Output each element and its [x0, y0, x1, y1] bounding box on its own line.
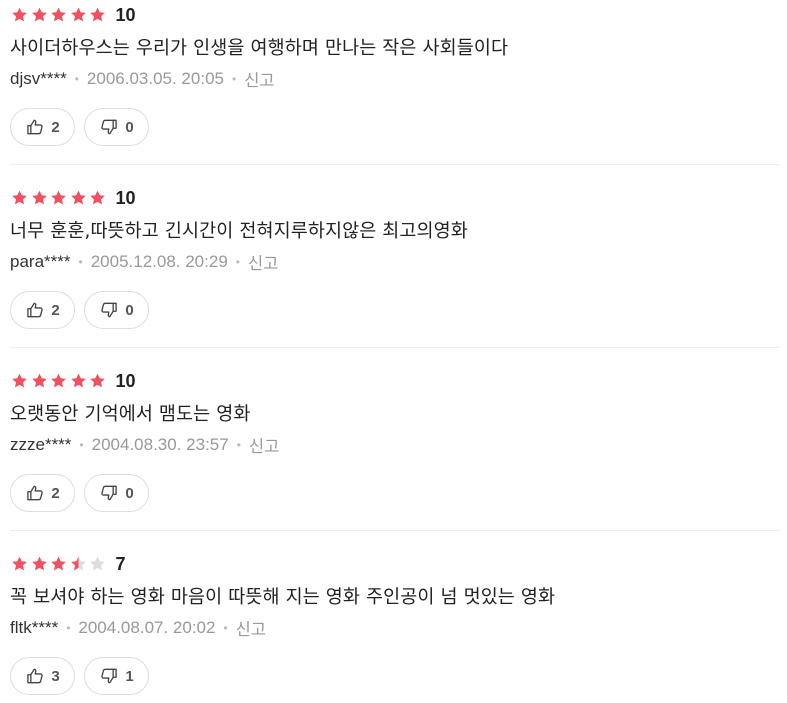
review-item: 10 오랫동안 기억에서 맴도는 영화 zzze**** • 2004.08.3…: [0, 366, 780, 526]
star-rating: [10, 189, 108, 207]
star-icon: [70, 190, 86, 205]
star-icon: [12, 190, 27, 205]
review-meta: zzze**** • 2004.08.30. 23:57 • 신고: [10, 430, 780, 460]
divider: [10, 164, 780, 165]
like-count: 2: [51, 484, 60, 502]
dislike-button[interactable]: 0: [84, 474, 149, 512]
review-meta: fltk**** • 2004.08.07. 20:02 • 신고: [10, 613, 780, 643]
review-date: 2004.08.07. 20:02: [78, 618, 216, 637]
thumbs-up-icon: [25, 666, 45, 686]
review-meta: djsv**** • 2006.03.05. 20:05 • 신고: [10, 64, 780, 94]
review-date: 2006.03.05. 20:05: [86, 69, 224, 88]
review-list: 10 사이더하우스는 우리가 인생을 여행하며 만나는 작은 사회들이다 djs…: [0, 0, 787, 703]
star-rating: [10, 6, 108, 24]
star-icon: [90, 556, 105, 571]
separator-dot: •: [79, 438, 84, 452]
vote-row: 3 1: [10, 643, 780, 703]
thumbs-down-icon: [99, 117, 119, 137]
dislike-button[interactable]: 1: [84, 657, 149, 695]
star-icon: [51, 556, 66, 571]
like-button[interactable]: 2: [10, 291, 75, 329]
star-icon: [12, 7, 27, 22]
like-count: 3: [51, 667, 60, 685]
rating-score: 10: [115, 187, 136, 208]
vote-row: 2 0: [10, 94, 780, 160]
separator-dot: •: [223, 621, 228, 635]
like-button[interactable]: 2: [10, 474, 75, 512]
star-rating: [10, 372, 108, 390]
review-date: 2005.12.08. 20:29: [90, 252, 228, 271]
dislike-count: 0: [125, 484, 134, 502]
thumbs-down-icon: [99, 666, 119, 686]
like-button[interactable]: 3: [10, 657, 75, 695]
separator-dot: •: [78, 255, 83, 269]
divider: [10, 347, 780, 348]
review-text: 오랫동안 기억에서 맴도는 영화: [10, 404, 251, 425]
like-count: 2: [51, 118, 60, 136]
star-icon: [31, 373, 47, 388]
report-link[interactable]: 신고: [248, 250, 278, 274]
divider: [10, 530, 780, 531]
dislike-button[interactable]: 0: [84, 291, 149, 329]
rating-score: 10: [115, 4, 136, 25]
like-count: 2: [51, 301, 60, 319]
dislike-count: 0: [125, 118, 134, 136]
star-icon: [12, 556, 27, 571]
thumbs-down-icon: [99, 483, 119, 503]
rating-row: 10: [10, 0, 780, 30]
thumbs-down-icon: [99, 300, 119, 320]
star-icon: [31, 7, 47, 22]
thumbs-up-icon: [25, 300, 45, 320]
review-item: 7 꼭 보셔야 하는 영화 마음이 따뜻해 지는 영화 주인공이 넘 멋있는 영…: [0, 549, 780, 703]
thumbs-up-icon: [25, 483, 45, 503]
star-icon: [31, 190, 47, 205]
rating-row: 7: [10, 549, 780, 579]
dislike-count: 1: [125, 667, 134, 685]
vote-row: 2 0: [10, 277, 780, 343]
thumbs-up-icon: [25, 117, 45, 137]
star-icon: [90, 190, 105, 205]
separator-dot: •: [236, 438, 241, 452]
star-rating: [10, 555, 108, 573]
like-button[interactable]: 2: [10, 108, 75, 146]
review-meta: para**** • 2005.12.08. 20:29 • 신고: [10, 247, 780, 277]
rating-score: 10: [115, 370, 136, 391]
star-icon: [51, 373, 66, 388]
report-link[interactable]: 신고: [236, 616, 266, 640]
dislike-button[interactable]: 0: [84, 108, 149, 146]
review-author: fltk****: [10, 618, 59, 637]
rating-row: 10: [10, 183, 780, 213]
star-icon: [12, 373, 27, 388]
review-text: 사이더하우스는 우리가 인생을 여행하며 만나는 작은 사회들이다: [10, 38, 509, 59]
star-icon: [31, 556, 47, 571]
rating-row: 10: [10, 366, 780, 396]
star-icon: [51, 7, 66, 22]
dislike-count: 0: [125, 301, 134, 319]
separator-dot: •: [231, 72, 237, 86]
rating-score: 7: [115, 553, 126, 574]
review-author: zzze****: [10, 435, 72, 454]
review-text: 꼭 보셔야 하는 영화 마음이 따뜻해 지는 영화 주인공이 넘 멋있는 영화: [10, 587, 556, 608]
star-icon: [51, 190, 66, 205]
report-link[interactable]: 신고: [244, 67, 274, 91]
separator-dot: •: [66, 621, 71, 635]
review-item: 10 너무 훈훈,따뜻하고 긴시간이 전혀지루하지않은 최고의영화 para**…: [0, 183, 780, 343]
star-icon: [70, 7, 86, 22]
separator-dot: •: [74, 72, 79, 86]
report-link[interactable]: 신고: [249, 433, 279, 457]
star-icon: [70, 556, 86, 571]
review-author: djsv****: [10, 69, 67, 88]
star-icon: [90, 7, 105, 22]
review-text: 너무 훈훈,따뜻하고 긴시간이 전혀지루하지않은 최고의영화: [10, 221, 468, 242]
star-icon: [70, 373, 86, 388]
vote-row: 2 0: [10, 460, 780, 526]
review-date: 2004.08.30. 23:57: [91, 435, 229, 454]
review-author: para****: [10, 252, 71, 271]
separator-dot: •: [235, 255, 240, 269]
review-item: 10 사이더하우스는 우리가 인생을 여행하며 만나는 작은 사회들이다 djs…: [0, 0, 780, 160]
star-icon: [90, 373, 105, 388]
